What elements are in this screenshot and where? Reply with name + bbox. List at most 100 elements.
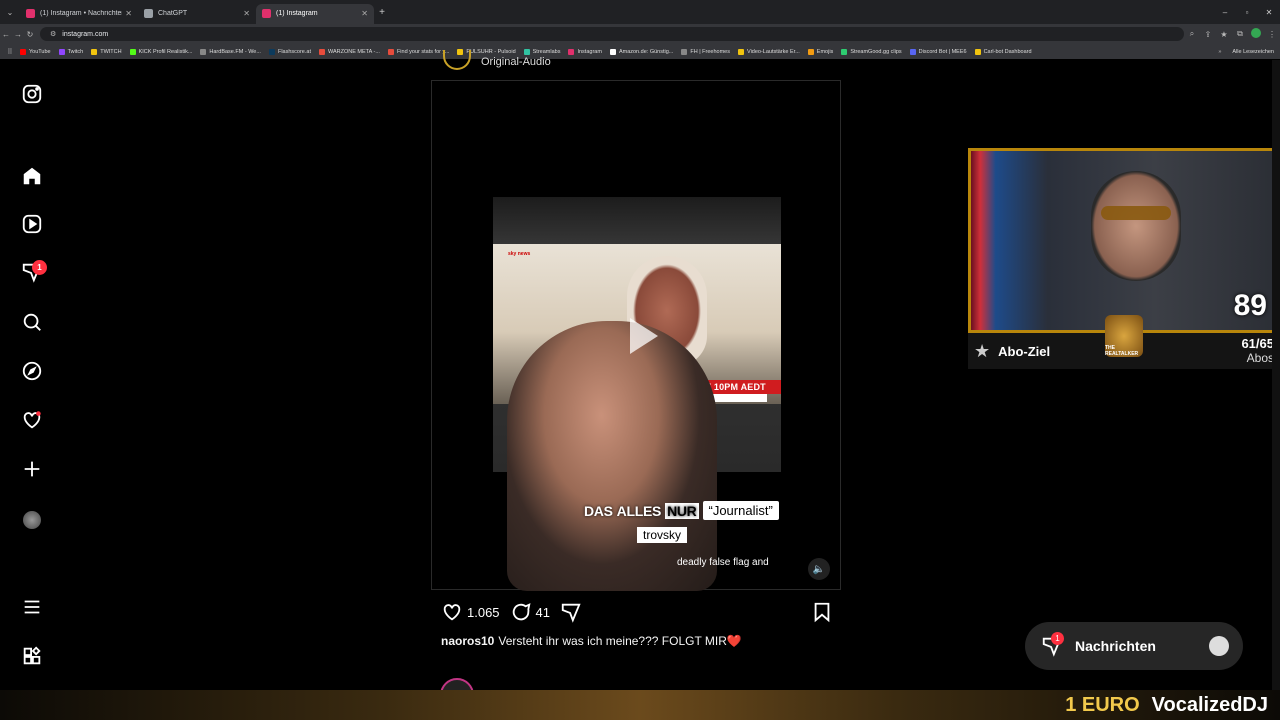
apps-icon[interactable]: ⠿	[0, 48, 20, 56]
instagram-favicon-icon	[26, 9, 35, 18]
bookmark-favicon-icon	[974, 48, 981, 55]
new-tab-icon[interactable]: +	[374, 7, 390, 18]
extensions-icon[interactable]: ⧉	[1232, 29, 1248, 39]
channel-emblem: THE REALTALKER	[1105, 315, 1143, 357]
close-window-icon[interactable]: ✕	[1258, 8, 1280, 17]
bookmark-item[interactable]: HardBase.FM - We...	[200, 48, 261, 55]
messages-floating-button[interactable]: 1 Nachrichten	[1025, 622, 1243, 670]
message-contact-avatar	[1209, 636, 1229, 656]
sub-goal-count: 61/65 Abos	[1241, 336, 1274, 365]
messages-badge: 1	[32, 260, 47, 275]
bookmark-item[interactable]: Carl-bot Dashboard	[974, 48, 1032, 55]
bookmark-item[interactable]: Amazon.de: Günstig...	[609, 48, 673, 55]
streamer-webcam-overlay: 89	[968, 148, 1280, 333]
maximize-icon[interactable]: ▫	[1236, 8, 1258, 17]
bookmark-favicon-icon	[523, 48, 530, 55]
bookmark-favicon-icon	[568, 48, 575, 55]
tab-instagram[interactable]: (1) Instagram ✕	[256, 3, 374, 24]
streamer-glasses	[1101, 206, 1171, 220]
reel-video-player[interactable]: sky news R NEWS CONF 10PM AEDT EST VIEWS…	[431, 80, 841, 591]
bookmark-item[interactable]: Find your stats for y...	[387, 48, 449, 55]
close-tab-icon[interactable]: ✕	[361, 9, 368, 18]
tab-search-icon[interactable]: ⌄	[0, 8, 20, 17]
video-caption-line1: DAS ALLES NUR “Journalist”	[584, 501, 779, 520]
star-icon: ★	[974, 340, 991, 361]
zoom-icon[interactable]: ⌕	[1184, 29, 1200, 39]
browser-tab-bar: ⌄ (1) Instagram • Nachrichten ✕ ChatGPT ✕ …	[0, 0, 1280, 24]
tab-instagram-messages[interactable]: (1) Instagram • Nachrichten ✕	[20, 4, 138, 24]
bookmark-item[interactable]: KICK Profil Realistik...	[129, 48, 192, 55]
site-info-icon[interactable]: ⚙	[50, 30, 56, 38]
url-field[interactable]: ⚙ instagram.com	[40, 27, 1184, 41]
bookmark-item[interactable]: FH | Freehomes	[681, 48, 730, 55]
create-plus-icon[interactable]	[20, 457, 44, 481]
search-icon[interactable]	[20, 310, 44, 334]
bookmark-favicon-icon	[738, 48, 744, 55]
minimize-icon[interactable]: –	[1214, 8, 1236, 17]
instagram-favicon-icon	[262, 9, 271, 18]
save-bookmark-icon[interactable]	[811, 601, 833, 623]
overlay-number: 89	[1233, 289, 1267, 322]
bookmark-favicon-icon	[268, 48, 275, 55]
all-bookmarks-link[interactable]: Alle Lesezeichen	[1232, 49, 1274, 55]
bookmark-item[interactable]: WARZONE META -...	[318, 48, 380, 55]
like-heart-icon[interactable]	[441, 601, 463, 623]
bookmark-item[interactable]: Emojis	[807, 48, 833, 55]
post-caption: naoros10 Versteht ihr was ich meine??? FO…	[441, 634, 742, 648]
sound-toggle-icon[interactable]: 🔈	[808, 558, 830, 580]
bookmark-favicon-icon	[58, 48, 65, 55]
bookmark-item[interactable]: StreamGood.gg clips	[841, 48, 902, 55]
forward-icon[interactable]: →	[12, 30, 24, 39]
bookmark-favicon-icon	[609, 48, 616, 55]
instagram-logo-icon[interactable]	[20, 82, 44, 106]
messages-label: Nachrichten	[1075, 638, 1156, 654]
chatgpt-favicon-icon	[144, 9, 153, 18]
home-icon[interactable]	[20, 164, 44, 188]
post-username[interactable]: naoros10	[441, 634, 494, 648]
post-audio-label[interactable]: Original-Audio	[481, 56, 551, 68]
tab-chatgpt[interactable]: ChatGPT ✕	[138, 4, 256, 24]
banner-name-text: VocalizedDJ	[1151, 693, 1268, 716]
bookmark-item[interactable]: Instagram	[568, 48, 602, 55]
bookmark-item[interactable]: Twitch	[58, 48, 83, 55]
close-tab-icon[interactable]: ✕	[125, 9, 132, 18]
browser-menu-icon[interactable]: ⋮	[1264, 30, 1280, 39]
explore-icon[interactable]	[20, 359, 44, 383]
bookmark-favicon-icon	[318, 48, 325, 55]
instagram-sidebar: 1	[0, 60, 64, 690]
profile-avatar[interactable]	[1248, 28, 1264, 40]
messages-badge: 1	[1051, 632, 1064, 645]
more-bookmarks-icon[interactable]: »	[1218, 49, 1232, 55]
close-tab-icon[interactable]: ✕	[243, 9, 250, 18]
sub-goal-label: Abo-Ziel	[998, 343, 1051, 359]
stream-donation-banner: 1 EURO VocalizedDJ	[0, 690, 1280, 720]
profile-avatar[interactable]	[20, 508, 44, 532]
like-count[interactable]: 1.065	[467, 605, 500, 620]
bookmark-item[interactable]: Video-Lautstärke Er...	[738, 48, 800, 55]
bookmarks-bar: ⠿ YouTube Twitch TWITCH KICK Profil Realist…	[0, 44, 1280, 59]
bookmark-item[interactable]: Flashscore.at	[268, 48, 311, 55]
play-icon[interactable]	[610, 306, 670, 366]
bookmark-star-icon[interactable]: ★	[1216, 30, 1232, 39]
bookmark-item[interactable]: YouTube	[20, 48, 51, 55]
comment-count[interactable]: 41	[536, 605, 550, 620]
address-bar-row: ← → ↻ ⚙ instagram.com ⌕ ⇪ ★ ⧉ ⋮	[0, 24, 1280, 44]
comment-icon[interactable]	[510, 601, 532, 623]
bookmark-favicon-icon	[681, 48, 688, 55]
share-icon[interactable]: ⇪	[1200, 30, 1216, 39]
bookmark-item[interactable]: Discord Bot | MEE6	[909, 48, 967, 55]
reload-icon[interactable]: ↻	[24, 30, 36, 39]
page-scrollbar[interactable]	[1272, 60, 1280, 690]
share-icon[interactable]	[560, 601, 582, 623]
bookmark-item[interactable]: TWITCH	[91, 48, 122, 55]
bookmark-favicon-icon	[200, 48, 207, 55]
reels-icon[interactable]	[20, 212, 44, 236]
back-icon[interactable]: ←	[0, 30, 12, 39]
video-caption-line2: trovsky	[637, 527, 688, 543]
bookmark-favicon-icon	[387, 48, 394, 55]
also-from-meta-icon[interactable]	[20, 644, 44, 668]
notifications-heart-icon[interactable]	[20, 408, 44, 432]
more-menu-icon[interactable]	[20, 595, 44, 619]
post-author-avatar[interactable]	[443, 50, 471, 70]
bookmark-item[interactable]: Streamlabs	[523, 48, 560, 55]
